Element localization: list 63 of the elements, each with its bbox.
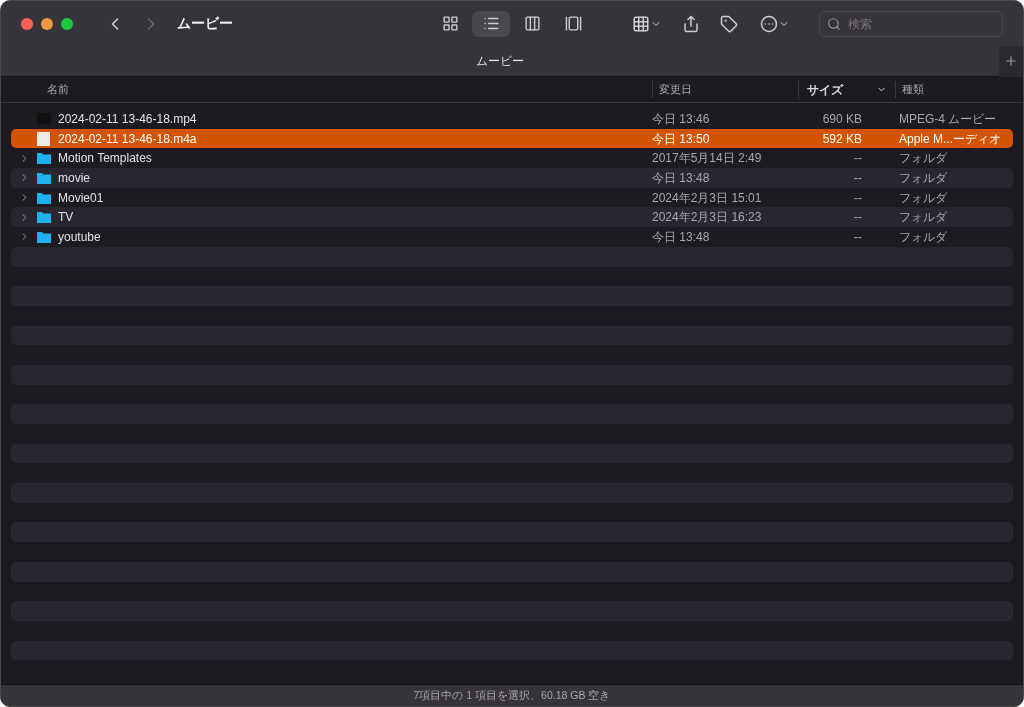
file-row[interactable]: 2024-02-11 13-46-18.m4a 今日 13:50 592 KB Apple M...ーディオ <box>11 128 1013 149</box>
date-cell-text: 今日 13:50 <box>652 130 711 148</box>
kind-cell-text: フォルダ <box>899 228 947 246</box>
file-row[interactable]: movie 今日 13:48 -- フォルダ <box>11 168 1013 188</box>
close-button[interactable] <box>21 17 33 30</box>
date-cell-text: 2024年2月3日 15:01 <box>652 189 763 207</box>
date-cell-text: 2024年2月3日 16:23 <box>652 209 763 227</box>
column-header[interactable]: 名前 <box>1 81 652 98</box>
kind-cell-text: MPEG-4 ムービー <box>899 110 997 128</box>
document-icon <box>37 131 50 146</box>
status-bar: 7項目中の 1 項目を選択、60.18 GB 空き <box>1 684 1023 706</box>
file-row[interactable]: 2024-02-11 13-46-18.mp4 今日 13:46 690 KB MPEG-4 ムービー <box>11 109 1013 129</box>
group-icon[interactable] <box>632 14 650 33</box>
kind-cell-text: フォルダ <box>899 169 947 187</box>
search-icon <box>827 16 841 31</box>
kind-cell-text: Apple M...ーディオ <box>899 130 1002 148</box>
kind-cell-text: フォルダ <box>899 150 947 168</box>
folder-icon <box>37 171 51 184</box>
file-name: Movie01 <box>57 189 105 207</box>
size-cell-text: 690 KB <box>821 110 862 128</box>
file-name: 2024-02-11 13-46-18.mp4 <box>57 110 198 128</box>
folder-icon <box>37 191 51 204</box>
size-cell-text: -- <box>853 228 862 246</box>
gallery-view-icon <box>564 15 582 32</box>
date-cell-text: 2017年5月14日 2:49 <box>652 150 763 168</box>
size-cell-text: 592 KB <box>821 130 862 148</box>
new-tab-button[interactable] <box>999 45 1023 77</box>
icons-view-icon <box>441 15 459 32</box>
minimize-button[interactable] <box>41 17 53 30</box>
file-name: youtube <box>57 228 102 246</box>
zoom-button[interactable] <box>61 17 73 30</box>
date-cell-text: 今日 13:46 <box>652 110 711 128</box>
file-row[interactable]: youtube 今日 13:48 -- フォルダ <box>11 227 1013 247</box>
tag-icon[interactable] <box>720 14 738 33</box>
plus-icon <box>1004 54 1018 68</box>
size-cell-text: -- <box>853 209 862 227</box>
size-cell-text: -- <box>853 189 862 207</box>
file-row[interactable]: TV 2024年2月3日 16:23 -- フォルダ <box>11 207 1013 228</box>
file-row[interactable]: Motion Templates 2017年5月14日 2:49 -- フォルダ <box>11 148 1013 169</box>
more-icon[interactable] <box>760 14 778 33</box>
folder-icon <box>37 211 51 224</box>
kind-cell-text: フォルダ <box>899 209 947 227</box>
file-name: Motion Templates <box>57 150 153 168</box>
share-icon[interactable] <box>682 14 700 33</box>
column-header[interactable]: 変更日 <box>652 81 798 98</box>
file-row[interactable]: Movie01 2024年2月3日 15:01 -- フォルダ <box>11 187 1013 208</box>
kind-cell-text: フォルダ <box>899 189 947 207</box>
columns-view-icon <box>523 15 541 32</box>
size-cell-text: -- <box>853 169 862 187</box>
folder-icon <box>37 152 51 165</box>
date-cell-text: 今日 13:48 <box>652 169 711 187</box>
window-title: ムービー <box>177 14 233 33</box>
file-name: 2024-02-11 13-46-18.m4a <box>57 130 198 148</box>
folder-icon <box>37 230 51 243</box>
list-view-icon <box>482 15 500 32</box>
column-header[interactable]: 種類 <box>895 81 1023 98</box>
file-name: movie <box>57 169 91 187</box>
column-header[interactable]: サイズ <box>798 80 895 99</box>
view-button[interactable] <box>472 10 510 37</box>
search-field[interactable]: 検索 <box>819 10 1003 37</box>
date-cell-text: 今日 13:48 <box>652 228 711 246</box>
size-cell-text: -- <box>853 150 862 168</box>
file-name: TV <box>57 209 75 227</box>
